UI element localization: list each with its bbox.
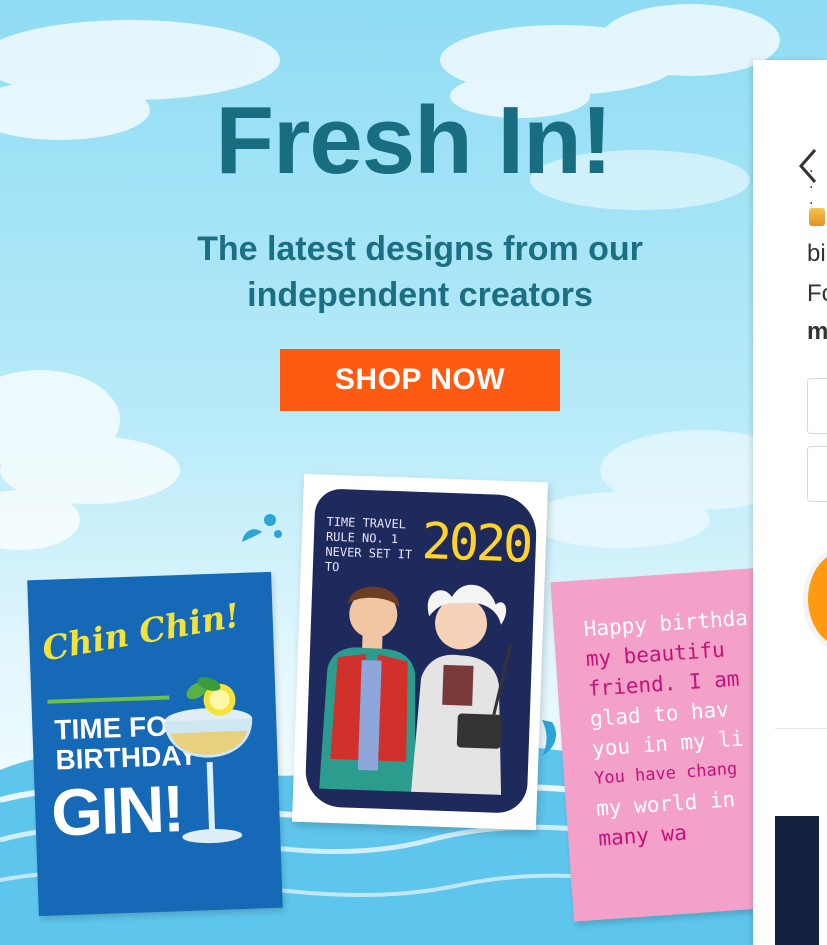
- gin-glass-icon: [164, 677, 253, 844]
- party-emoji-icon: [809, 208, 825, 226]
- water-splash-icon: [242, 514, 282, 542]
- bttf-card-illustration: [319, 584, 512, 795]
- promo-banner[interactable]: Fresh In! The latest designs from our in…: [0, 0, 827, 945]
- panel-text-3: m: [807, 318, 827, 345]
- shop-now-button[interactable]: SHOP NOW: [280, 349, 560, 411]
- side-panel: . . . bi Fo m: [753, 60, 827, 945]
- product-card-gin[interactable]: Chin Chin! TIME FOR BIRTHDAY GIN!: [27, 571, 283, 917]
- panel-input-1[interactable]: [807, 378, 827, 434]
- product-card-2020[interactable]: TIME TRAVEL RULE NO. 1 NEVER SET IT TO 2…: [292, 473, 548, 831]
- panel-text-1: bi: [807, 240, 826, 267]
- panel-dots: . . .: [809, 160, 818, 208]
- gin-card-divider: [47, 695, 170, 704]
- subline-line-2: independent creators: [247, 276, 593, 314]
- banner-subline: The latest designs from our independent …: [160, 226, 680, 318]
- subline-line-1: The latest designs from our: [197, 230, 643, 268]
- bttf-card-artwork: TIME TRAVEL RULE NO. 1 NEVER SET IT TO 2…: [304, 488, 538, 814]
- panel-text-2: Fo: [807, 280, 827, 307]
- panel-thumbnail[interactable]: [775, 816, 827, 945]
- panel-action-button[interactable]: [803, 546, 827, 652]
- panel-input-2[interactable]: [807, 446, 827, 502]
- gin-card-script: Chin Chin!: [39, 595, 243, 669]
- banner-headline: Fresh In!: [215, 87, 612, 194]
- panel-divider: [775, 728, 827, 729]
- panel-thumbnail-edge: [819, 816, 827, 945]
